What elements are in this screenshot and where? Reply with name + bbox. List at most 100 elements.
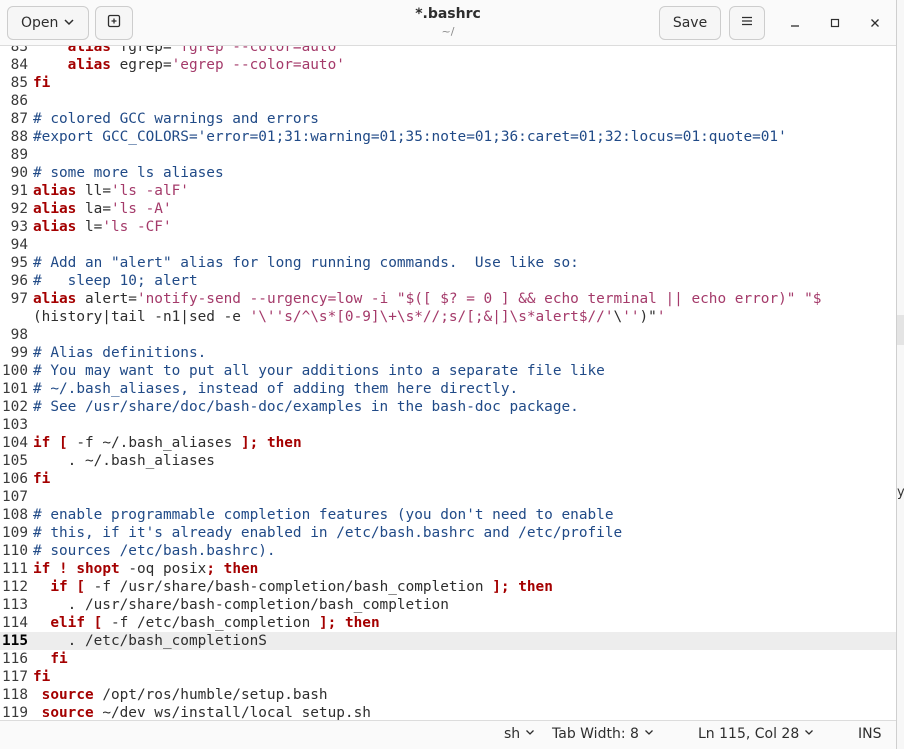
code-text: # Add an "alert" alias for long running …: [33, 255, 579, 271]
code-text: . ~/.bash_aliases: [33, 453, 215, 469]
code-text: # You may want to put all your additions…: [33, 363, 605, 379]
language-selector[interactable]: sh: [504, 726, 536, 742]
line-number: 105: [2, 453, 28, 469]
code-line[interactable]: 85 fi: [0, 74, 896, 92]
code-text: # Alias definitions.: [33, 345, 207, 361]
line-number: 107: [2, 489, 28, 505]
line-number: 97: [10, 291, 28, 307]
code-line[interactable]: 109 # this, if it's already enabled in /e…: [0, 524, 896, 542]
line-number: 119: [2, 705, 28, 720]
code-text: if ! shopt -oq posix; then: [33, 561, 259, 577]
hamburger-menu-icon: [740, 14, 754, 32]
line-number: 114: [2, 615, 28, 631]
code-line[interactable]: 114 elif [ -f /etc/bash_completion ]; th…: [0, 614, 896, 632]
code-text: # enable programmable completion feature…: [33, 507, 614, 523]
chevron-down-icon: [62, 15, 76, 33]
code-line[interactable]: 84 alias egrep='egrep --color=auto': [0, 56, 896, 74]
code-line[interactable]: 102 # See /usr/share/doc/bash-doc/example…: [0, 398, 896, 416]
code-line[interactable]: 110 # sources /etc/bash.bashrc).: [0, 542, 896, 560]
code-line[interactable]: 96 # sleep 10; alert: [0, 272, 896, 290]
line-number: 84: [10, 57, 28, 73]
line-number: 86: [10, 93, 28, 109]
save-button[interactable]: Save: [659, 6, 721, 40]
code-line[interactable]: 117 fi: [0, 668, 896, 686]
background-window-strip: y: [897, 0, 904, 749]
code-line[interactable]: 98: [0, 326, 896, 344]
line-number: 91: [10, 183, 28, 199]
line-number: 106: [2, 471, 28, 487]
code-line[interactable]: 93 alias l='ls -CF': [0, 218, 896, 236]
code-line[interactable]: 90 # some more ls aliases: [0, 164, 896, 182]
code-line[interactable]: 95 # Add an "alert" alias for long runnin…: [0, 254, 896, 272]
code-line[interactable]: 99 # Alias definitions.: [0, 344, 896, 362]
code-text: fi: [50, 651, 68, 667]
code-line[interactable]: 83 alias fgrep='fgrep --color=auto': [0, 46, 896, 56]
new-tab-button[interactable]: [95, 6, 133, 40]
code-line[interactable]: 103: [0, 416, 896, 434]
window-title: *.bashrc: [415, 6, 481, 22]
tab-width-label: Tab Width: 8: [552, 726, 639, 742]
code-line[interactable]: 116 fi: [0, 650, 896, 668]
open-button[interactable]: Open: [7, 6, 89, 40]
line-number: 102: [2, 399, 28, 415]
code-line[interactable]: 87 # colored GCC warnings and errors: [0, 110, 896, 128]
code-text: # some more ls aliases: [33, 165, 224, 181]
line-number: 116: [2, 651, 28, 667]
minimize-button[interactable]: [782, 10, 808, 36]
code-line[interactable]: 105 . ~/.bash_aliases: [0, 452, 896, 470]
code-line[interactable]: 108 # enable programmable completion feat…: [0, 506, 896, 524]
close-icon: [869, 14, 881, 33]
maximize-icon: [829, 14, 841, 33]
close-button[interactable]: [862, 10, 888, 36]
code-line[interactable]: 89: [0, 146, 896, 164]
code-line[interactable]: 119 source ~/dev_ws/install/local_setup.…: [0, 704, 896, 720]
code-text: source /opt/ros/humble/setup.bash: [41, 687, 328, 703]
tab-width-selector[interactable]: Tab Width: 8: [552, 726, 655, 742]
code-line[interactable]: 106 fi: [0, 470, 896, 488]
code-text: if [ -f /usr/share/bash-completion/bash_…: [50, 579, 553, 595]
code-line[interactable]: 115 . /etc/bash_completionS: [0, 632, 896, 650]
code-text: source ~/dev_ws/install/local_setup.sh: [41, 705, 371, 720]
code-line[interactable]: (history|tail -n1|sed -e '\''s/^\s*[0-9]…: [0, 308, 896, 326]
line-number: 110: [2, 543, 28, 559]
chevron-down-icon: [524, 726, 536, 742]
chevron-down-icon: [643, 726, 655, 742]
line-number: 111: [2, 561, 28, 577]
line-number: 87: [10, 111, 28, 127]
code-text: # this, if it's already enabled in /etc/…: [33, 525, 623, 541]
code-text: alias l='ls -CF': [33, 219, 172, 235]
code-line[interactable]: 94: [0, 236, 896, 254]
line-number: 118: [2, 687, 28, 703]
maximize-button[interactable]: [822, 10, 848, 36]
code-editor[interactable]: 83 alias fgrep='fgrep --color=auto' 84 al…: [0, 46, 896, 720]
line-number: 117: [2, 669, 28, 685]
code-line[interactable]: 88 #export GCC_COLORS='error=01;31:warnin…: [0, 128, 896, 146]
code-line[interactable]: 97 alias alert='notify-send --urgency=low…: [0, 290, 896, 308]
code-line[interactable]: 118 source /opt/ros/humble/setup.bash: [0, 686, 896, 704]
line-number: 96: [10, 273, 28, 289]
status-bar: sh Tab Width: 8 Ln 115, Col 28 INS: [0, 720, 896, 749]
cursor-position-label: Ln 115, Col 28: [698, 726, 800, 742]
code-line[interactable]: 112 if [ -f /usr/share/bash-completion/b…: [0, 578, 896, 596]
code-text: (history|tail -n1|sed -e '\''s/^\s*[0-9]…: [33, 309, 666, 325]
code-line[interactable]: 86: [0, 92, 896, 110]
code-line[interactable]: 107: [0, 488, 896, 506]
main-menu-button[interactable]: [729, 6, 765, 40]
line-number: 101: [2, 381, 28, 397]
code-line[interactable]: 113 . /usr/share/bash-completion/bash_co…: [0, 596, 896, 614]
code-line[interactable]: 101 # ~/.bash_aliases, instead of adding …: [0, 380, 896, 398]
line-number: 108: [2, 507, 28, 523]
code-line[interactable]: 100 # You may want to put all your additi…: [0, 362, 896, 380]
cursor-position-selector[interactable]: Ln 115, Col 28: [698, 726, 815, 742]
code-line[interactable]: 91 alias ll='ls -alF': [0, 182, 896, 200]
line-number: 92: [10, 201, 28, 217]
code-line[interactable]: 111 if ! shopt -oq posix; then: [0, 560, 896, 578]
code-line[interactable]: 92 alias la='ls -A': [0, 200, 896, 218]
background-partial-text: y: [897, 485, 904, 500]
code-line[interactable]: 104 if [ -f ~/.bash_aliases ]; then: [0, 434, 896, 452]
header-bar: Open *.bashrc ~/ Save: [0, 0, 896, 46]
insert-mode-indicator[interactable]: INS: [858, 726, 882, 742]
line-number: 104: [2, 435, 28, 451]
line-number: 103: [2, 417, 28, 433]
line-number: 99: [10, 345, 28, 361]
